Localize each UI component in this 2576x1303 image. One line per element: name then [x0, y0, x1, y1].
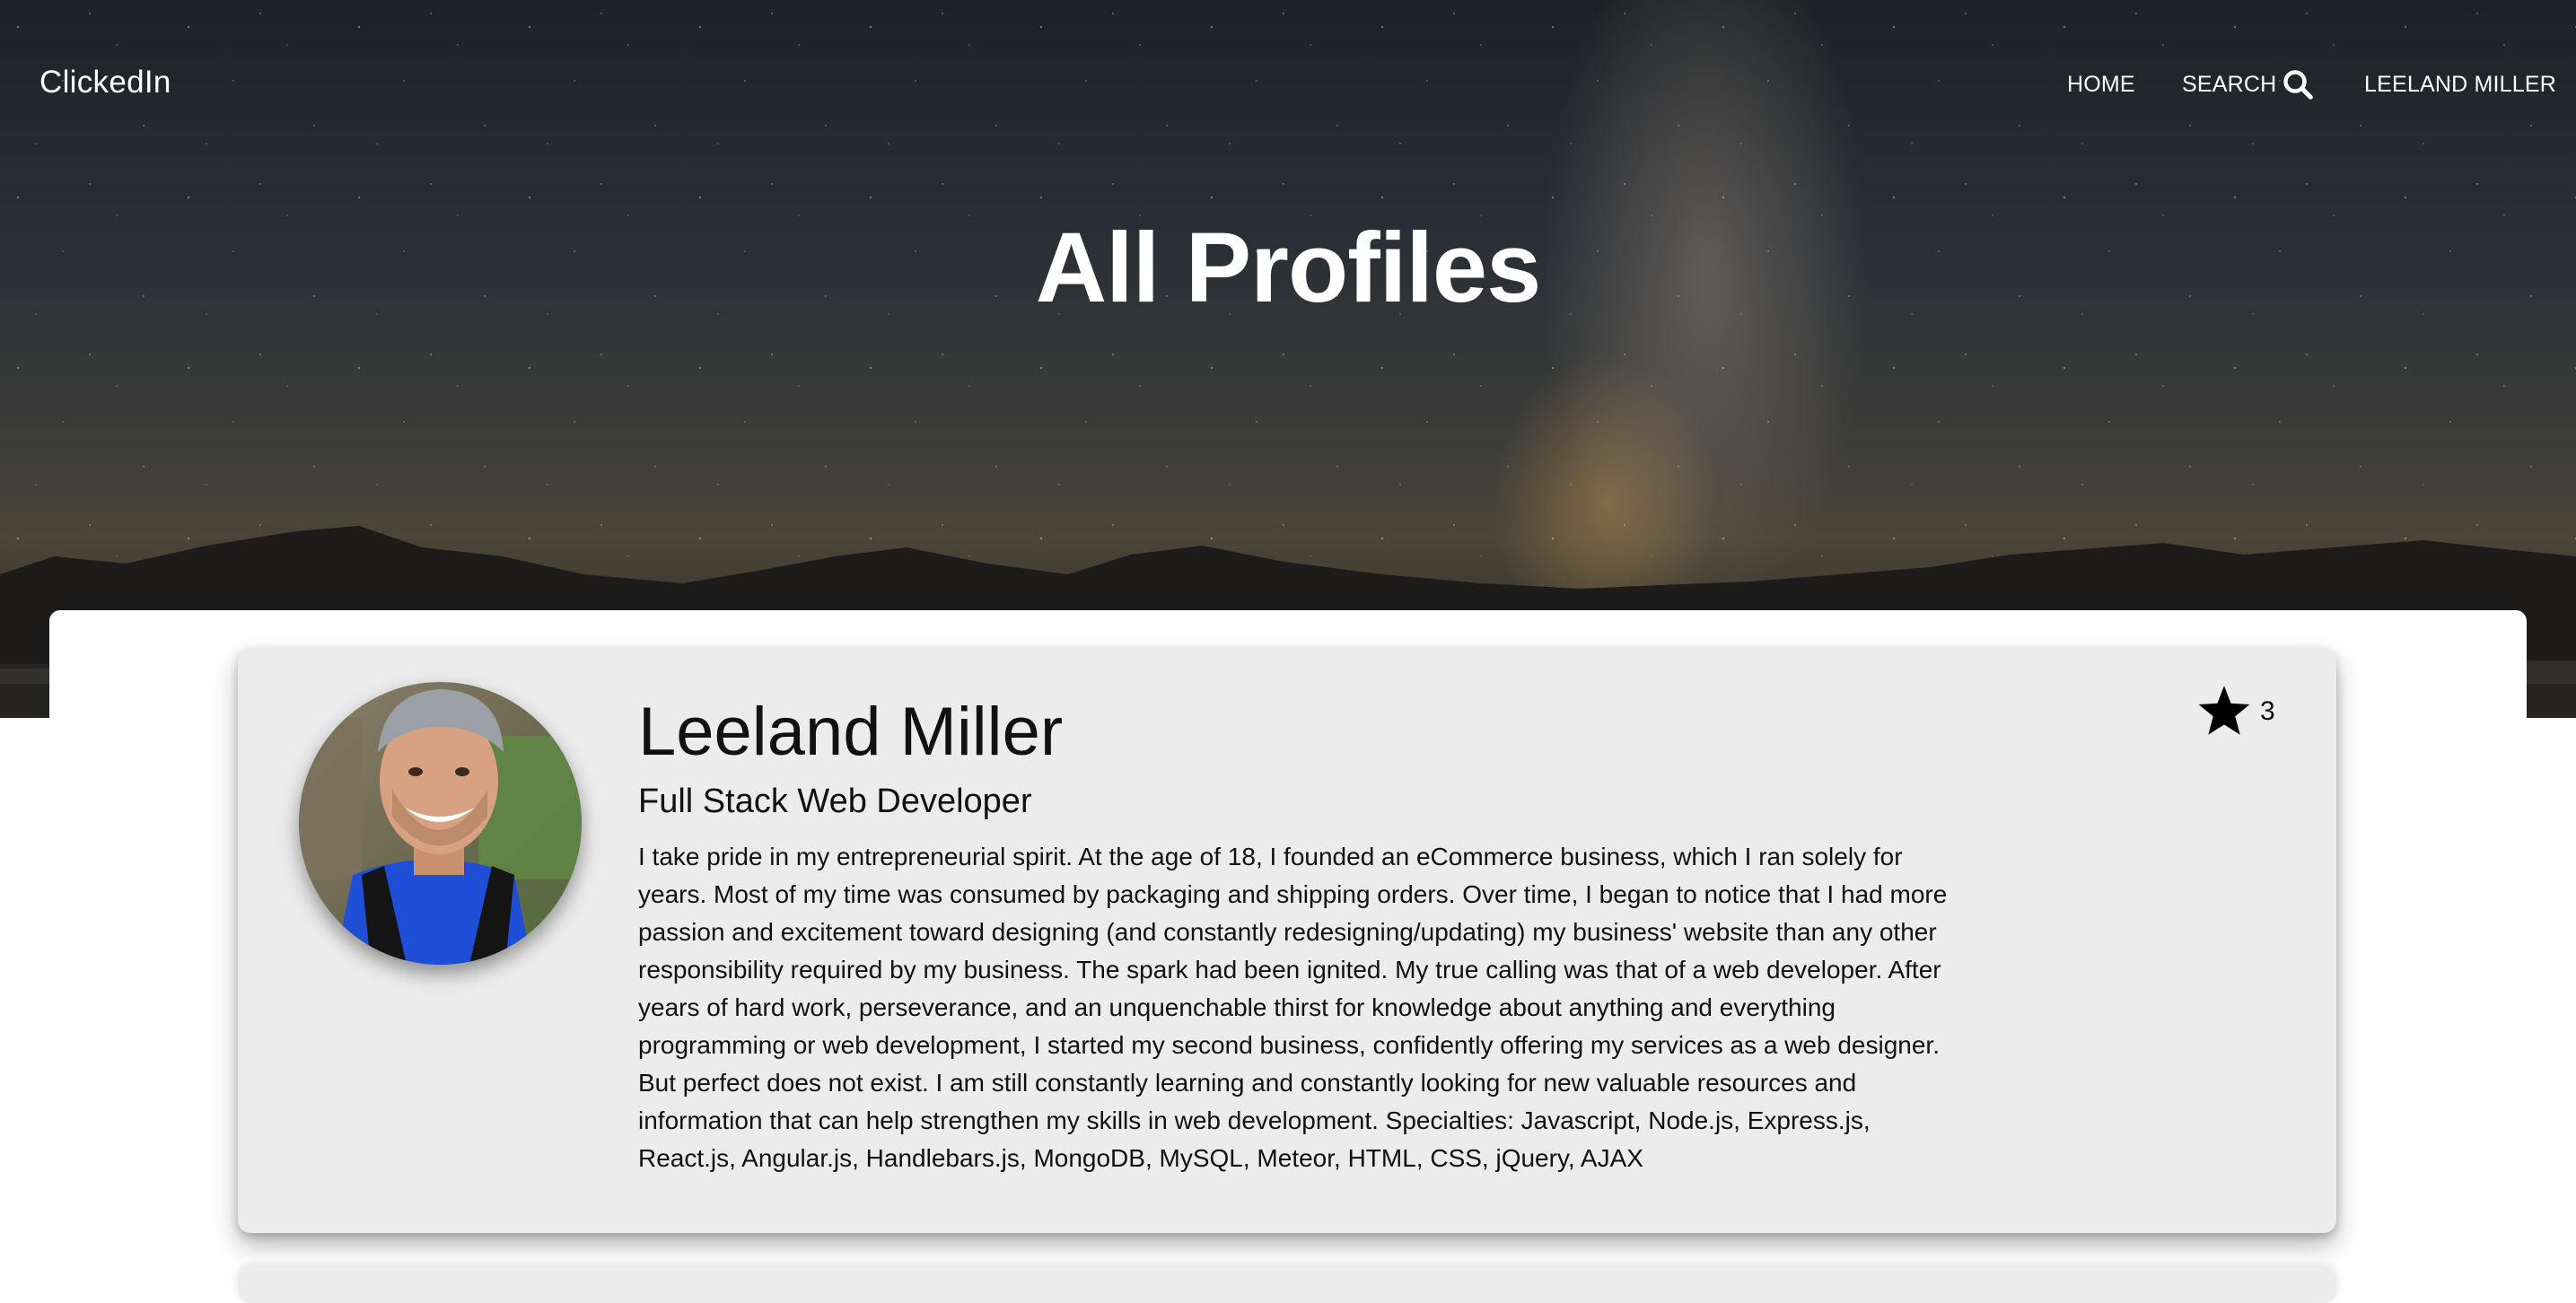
nav-user-link[interactable]: LEELAND MILLER [2364, 72, 2556, 98]
profile-card[interactable]: Leeland Miller Full Stack Web Developer … [238, 648, 2336, 1233]
star-count: 3 [2260, 696, 2275, 726]
profile-name[interactable]: Leeland Miller [638, 693, 1063, 771]
avatar[interactable] [299, 682, 582, 965]
page-title: All Profiles [1035, 213, 1542, 323]
nav-search-label: SEARCH [2182, 71, 2277, 97]
profile-bio: I take pride in my entrepreneurial spiri… [638, 843, 1948, 1172]
profile-card-next[interactable] [238, 1267, 2336, 1303]
search-icon [2283, 70, 2314, 100]
profile-job-title: Full Stack Web Developer [638, 783, 1032, 820]
nav-search-link[interactable]: SEARCH [2182, 68, 2314, 101]
top-navbar: ClickedIn HOME SEARCH LEELAND MILLER [0, 0, 2576, 175]
brand-logo[interactable]: ClickedIn [39, 65, 171, 101]
nav-home-link[interactable]: HOME [2067, 72, 2135, 98]
profile-star-rating[interactable]: 3 [2197, 686, 2275, 738]
star-icon[interactable] [2197, 686, 2251, 738]
